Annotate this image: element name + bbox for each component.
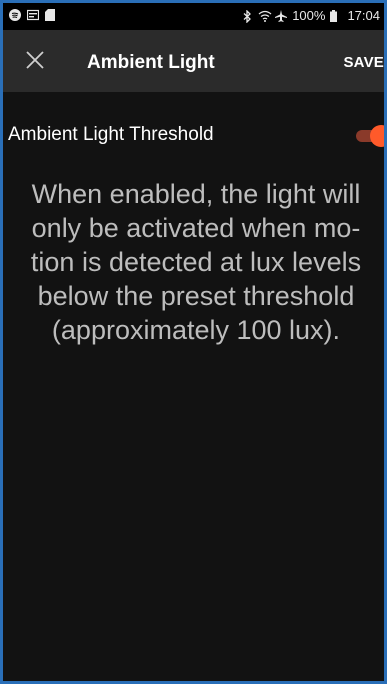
app-toolbar: Ambient Light SAVE: [3, 30, 384, 92]
battery-percent: 100%: [292, 8, 326, 23]
save-button[interactable]: SAVE: [343, 54, 384, 71]
status-bar: 100% 17:04: [3, 3, 384, 30]
ambient-light-toggle[interactable]: [356, 125, 384, 147]
close-icon: [26, 51, 44, 69]
status-left-icons: [9, 9, 57, 21]
page-title: Ambient Light: [87, 52, 215, 73]
airplane-icon: [275, 9, 288, 22]
app-screen: 100% 17:04 Ambient Light SAVE Ambient Li…: [3, 3, 384, 681]
bluetooth-icon: [241, 8, 253, 24]
close-button[interactable]: [23, 48, 47, 72]
card-icon: [26, 9, 40, 21]
battery-icon: [330, 9, 342, 22]
setting-label: Ambient Light Threshold: [8, 124, 214, 145]
toggle-thumb: [370, 125, 384, 147]
ambient-light-threshold-row: Ambient Light Threshold: [3, 115, 384, 155]
status-right-icons: 100% 17:04: [241, 8, 380, 24]
spotify-icon: [9, 9, 21, 21]
wifi-icon: [258, 10, 272, 22]
sd-card-icon: [45, 9, 57, 21]
setting-description: When enabled, the light will only be act…: [30, 179, 362, 345]
clock: 17:04: [347, 8, 380, 23]
